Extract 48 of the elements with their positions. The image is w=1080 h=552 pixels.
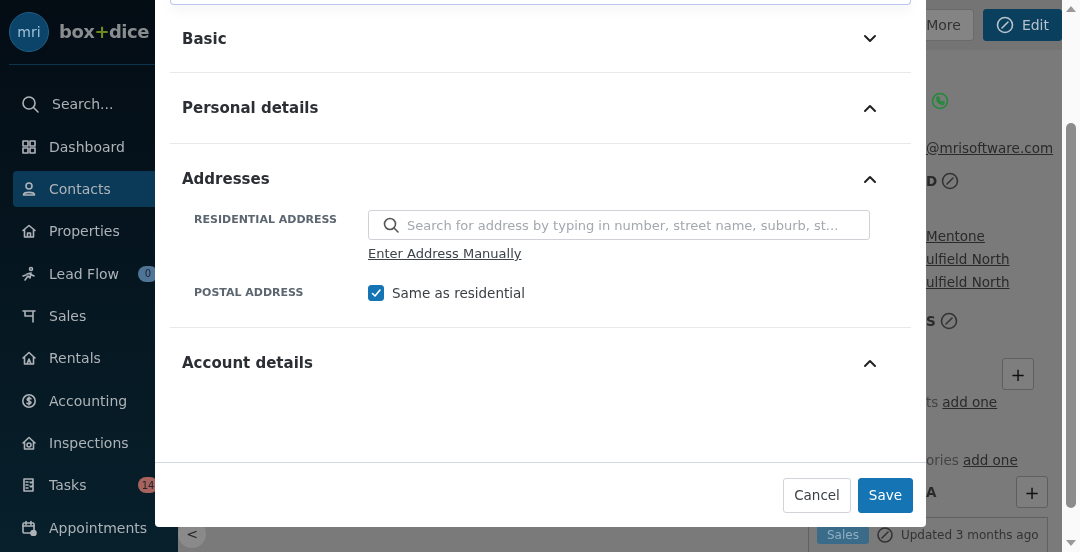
- nav-item[interactable]: Accounting: [13, 382, 189, 419]
- phone-icon: [931, 92, 949, 110]
- section-heading: S: [926, 312, 936, 329]
- dollar-icon: [21, 392, 37, 409]
- person-icon: [21, 181, 37, 197]
- calendar-icon: [21, 519, 37, 536]
- manual-address-link[interactable]: Enter Address Manually: [368, 246, 522, 261]
- cancel-button[interactable]: Cancel: [783, 477, 851, 513]
- chevron-up-icon[interactable]: [863, 173, 877, 185]
- logo-mark: mri: [9, 11, 49, 52]
- brand-logo: box+dice: [59, 21, 149, 43]
- chevron-up-icon[interactable]: [863, 102, 877, 114]
- checkbox[interactable]: [368, 285, 384, 301]
- search-icon: [383, 217, 399, 233]
- house-icon: [21, 350, 37, 367]
- checklist-icon: [21, 477, 37, 494]
- updated-text: Updated 3 months ago: [900, 528, 1039, 542]
- nav-item[interactable]: Inspections: [13, 425, 189, 461]
- section-title[interactable]: Personal details: [182, 99, 319, 117]
- add-button[interactable]: +: [1016, 476, 1048, 508]
- check-icon: [370, 287, 382, 299]
- down-arrow-icon: [1065, 539, 1077, 548]
- save-button[interactable]: Save: [857, 477, 913, 513]
- chevron-down-icon[interactable]: [863, 33, 877, 44]
- scrollbar[interactable]: [1062, 0, 1080, 552]
- house-search-icon: [21, 434, 37, 451]
- field-label: POSTAL ADDRESS: [194, 285, 305, 299]
- nav-item[interactable]: Sales: [13, 298, 189, 334]
- grid-icon: [21, 138, 37, 155]
- address-search-field[interactable]: Search for address by typing in number, street name, suburb, st...: [368, 210, 870, 240]
- edit-button[interactable]: Edit: [982, 9, 1062, 41]
- checkbox-label: Same as residential: [392, 285, 526, 301]
- chevron-up-icon[interactable]: [863, 357, 877, 369]
- nav-item[interactable]: Dashboard: [13, 128, 189, 165]
- sign-icon: [21, 307, 37, 324]
- house-icon: [21, 223, 37, 240]
- section-title[interactable]: Account details: [182, 354, 313, 372]
- section-title[interactable]: Basic: [182, 29, 227, 48]
- nav-item[interactable]: Properties: [13, 213, 189, 250]
- field-label: RESIDENTIAL ADDRESS: [194, 212, 338, 226]
- section-heading: A: [926, 484, 937, 500]
- count-badge: 14: [138, 477, 158, 494]
- add-button[interactable]: +: [1002, 358, 1034, 390]
- running-person-icon: [21, 265, 37, 282]
- count-badge: 0: [138, 265, 158, 282]
- up-arrow-icon: [1065, 4, 1077, 13]
- section-heading: D: [926, 172, 938, 189]
- search-icon: [21, 94, 40, 114]
